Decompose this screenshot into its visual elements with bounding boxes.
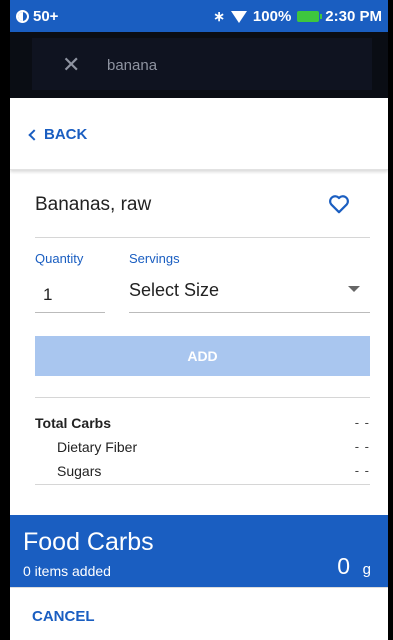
footer-bar: CANCEL: [10, 587, 388, 640]
nutrient-value: - -: [354, 463, 370, 478]
battery-percent: 100%: [252, 8, 292, 25]
carbs-title: Food Carbs: [23, 528, 154, 556]
quantity-underline: [35, 312, 105, 313]
search-field[interactable]: ✕ banana: [32, 38, 372, 90]
clear-search-icon[interactable]: ✕: [62, 54, 80, 76]
favorite-heart-icon[interactable]: [328, 194, 350, 214]
notification-count: 50+: [33, 8, 59, 25]
device-frame: 50+ ∗ 100% 2:30 PM ✕ banana BACK Bananas…: [0, 0, 393, 640]
notification-icon: [16, 10, 29, 23]
dropdown-arrow-icon[interactable]: [348, 286, 360, 292]
nutrient-label: Total Carbs: [35, 415, 111, 431]
items-added-count: 0 items added: [23, 563, 111, 579]
food-carbs-summary: Food Carbs 0 items added 0 g: [10, 515, 388, 587]
status-right: ∗ 100% 2:30 PM: [213, 8, 382, 25]
back-bar: BACK: [10, 98, 388, 170]
food-name: Bananas, raw: [35, 194, 152, 215]
food-detail-panel: BACK Bananas, raw Quantity Servings 1 Se…: [10, 98, 388, 515]
quantity-field[interactable]: 1: [43, 285, 52, 305]
nutrient-value: - -: [354, 439, 370, 454]
divider: [35, 484, 370, 485]
add-button[interactable]: ADD: [35, 336, 370, 376]
divider: [35, 237, 370, 238]
servings-select[interactable]: Select Size: [129, 280, 219, 301]
nutrient-value: - -: [354, 415, 370, 430]
search-bar: ✕ banana: [10, 32, 388, 98]
status-bar: 50+ ∗ 100% 2:30 PM: [10, 0, 388, 32]
status-left: 50+: [16, 8, 58, 25]
carbs-total: 0: [337, 553, 350, 579]
bluetooth-icon: ∗: [213, 8, 225, 24]
search-query[interactable]: banana: [107, 57, 157, 74]
back-label: BACK: [44, 126, 88, 143]
wifi-icon: [230, 10, 247, 23]
carbs-unit: g: [362, 561, 371, 578]
clock: 2:30 PM: [325, 8, 382, 25]
back-button[interactable]: BACK: [28, 126, 88, 143]
divider: [35, 397, 370, 398]
battery-icon: [297, 11, 323, 22]
cancel-button[interactable]: CANCEL: [32, 608, 95, 625]
quantity-label: Quantity: [35, 251, 84, 266]
chevron-left-icon: [28, 129, 40, 141]
servings-label: Servings: [129, 251, 180, 266]
nutrient-label: Dietary Fiber: [57, 439, 138, 455]
nutrient-label: Sugars: [57, 463, 102, 479]
servings-underline: [129, 312, 370, 313]
